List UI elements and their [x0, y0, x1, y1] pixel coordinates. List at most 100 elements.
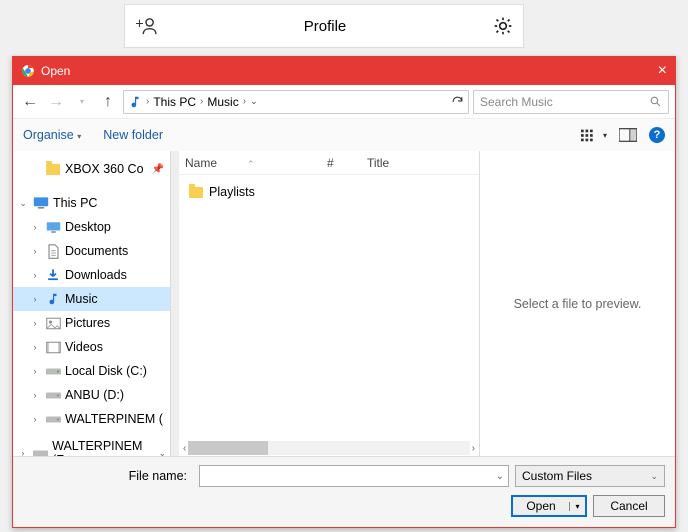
search-input[interactable]: Search Music	[473, 90, 669, 114]
up-button[interactable]: ↑	[97, 91, 119, 113]
preview-text: Select a file to preview.	[514, 297, 642, 311]
chevron-down-icon: ▾	[575, 502, 579, 511]
tree-label: This PC	[53, 196, 97, 210]
drive-icon	[46, 366, 61, 377]
expand-icon[interactable]: ›	[29, 366, 41, 376]
col-num[interactable]: #	[321, 156, 361, 170]
expand-icon[interactable]: ›	[29, 222, 41, 232]
expand-icon[interactable]: ›	[29, 270, 41, 280]
profile-title: Profile	[304, 18, 347, 35]
tree-label: Music	[65, 292, 98, 306]
gear-icon	[493, 16, 513, 36]
tree-label: WALTERPINEM (F	[52, 439, 154, 456]
organise-menu[interactable]: Organise ▾	[23, 128, 81, 142]
folder-icon	[46, 164, 60, 175]
scroll-right-icon: ›	[472, 443, 475, 454]
open-button[interactable]: Open ▾	[511, 495, 587, 517]
refresh-icon	[451, 95, 464, 108]
tree-label: Downloads	[65, 268, 127, 282]
preview-pane-button[interactable]	[619, 128, 637, 142]
toolbar-row: Organise ▾ New folder ▾ ?	[13, 119, 675, 151]
tree-item-this-pc[interactable]: ⌄ This PC	[13, 191, 170, 215]
add-profile-button[interactable]: +	[135, 17, 157, 35]
open-dropdown[interactable]: ▾	[569, 502, 585, 511]
folder-icon	[189, 187, 203, 198]
tree-item-desktop[interactable]: › Desktop	[13, 215, 170, 239]
tree-item-xbox[interactable]: XBOX 360 Co 📌	[13, 157, 170, 181]
horizontal-scrollbar[interactable]: ‹ ›	[179, 440, 479, 456]
tree-item-walterpinem-f[interactable]: › WALTERPINEM (F ⌄	[13, 441, 170, 456]
tree-item-documents[interactable]: › Documents	[13, 239, 170, 263]
tree-item-videos[interactable]: › Videos	[13, 335, 170, 359]
filetype-label: Custom Files	[522, 469, 592, 483]
newfolder-button[interactable]: New folder	[103, 128, 163, 142]
recent-dropdown[interactable]: ▾	[71, 91, 93, 113]
collapse-icon[interactable]: ⌄	[17, 198, 29, 209]
dialog-footer: File name: ⌄ Custom Files ⌄ Open ▾ Cance…	[13, 457, 675, 527]
tree-label: WALTERPINEM (	[65, 412, 163, 426]
open-label: Open	[513, 499, 569, 513]
breadcrumb-bar[interactable]: › This PC › Music › ⌄	[123, 90, 469, 114]
add-person-icon: +	[135, 17, 157, 35]
view-icon	[581, 128, 599, 142]
music-icon	[128, 95, 142, 109]
folder-tree: XBOX 360 Co 📌 ⌄ This PC › Desktop › Docu…	[13, 151, 171, 456]
tree-label: Local Disk (C:)	[65, 364, 147, 378]
tree-item-pictures[interactable]: › Pictures	[13, 311, 170, 335]
chevron-down-icon: ⌄	[496, 471, 504, 482]
tree-label: Pictures	[65, 316, 110, 330]
download-icon	[46, 268, 60, 282]
expand-icon[interactable]: ›	[29, 294, 41, 304]
drive-icon	[46, 414, 61, 425]
tree-item-anbu-d[interactable]: › ANBU (D:)	[13, 383, 170, 407]
expand-icon[interactable]: ›	[29, 390, 41, 400]
desktop-icon	[46, 221, 61, 234]
col-name[interactable]: Name⌃	[179, 156, 321, 170]
refresh-button[interactable]	[451, 95, 464, 108]
scrollbar-thumb[interactable]	[188, 441, 268, 455]
breadcrumb-music[interactable]: Music	[207, 95, 238, 109]
tree-label: XBOX 360 Co	[65, 162, 144, 176]
chevron-right-icon: ›	[146, 96, 149, 107]
expand-icon[interactable]: ›	[29, 318, 41, 328]
file-item-playlists[interactable]: Playlists	[189, 181, 479, 203]
tree-item-music[interactable]: › Music	[13, 287, 170, 311]
filename-input[interactable]: ⌄	[199, 465, 509, 487]
cancel-button[interactable]: Cancel	[593, 495, 665, 517]
tree-item-downloads[interactable]: › Downloads	[13, 263, 170, 287]
chevron-right-icon: ›	[243, 96, 246, 107]
chevron-down-icon: ⌄	[158, 448, 166, 457]
back-button[interactable]: ←	[19, 91, 41, 113]
main-content: XBOX 360 Co 📌 ⌄ This PC › Desktop › Docu…	[13, 151, 675, 457]
sort-icon: ⌃	[247, 159, 255, 169]
chevron-down-icon: ▾	[80, 97, 84, 106]
expand-icon[interactable]: ›	[29, 246, 41, 256]
forward-button[interactable]: →	[45, 91, 67, 113]
breadcrumb-this-pc[interactable]: This PC	[153, 95, 196, 109]
preview-pane-icon	[619, 128, 637, 142]
splitter[interactable]	[171, 151, 179, 456]
file-header: Name⌃ # Title	[179, 151, 479, 175]
tree-item-walterpinem[interactable]: › WALTERPINEM (	[13, 407, 170, 431]
expand-icon[interactable]: ›	[17, 448, 29, 456]
search-placeholder: Search Music	[480, 95, 553, 109]
arrow-right-icon: →	[48, 93, 64, 111]
expand-icon[interactable]: ›	[29, 414, 41, 424]
tree-label: Desktop	[65, 220, 111, 234]
settings-button[interactable]	[493, 16, 513, 36]
expand-icon[interactable]: ›	[29, 342, 41, 352]
music-icon	[46, 292, 60, 306]
path-dropdown[interactable]: ⌄	[250, 96, 258, 107]
chrome-icon	[21, 64, 35, 78]
close-button[interactable]: ×	[658, 62, 667, 80]
view-button[interactable]	[581, 128, 599, 142]
navigation-row: ← → ▾ ↑ › This PC › Music › ⌄ Search Mus…	[13, 85, 675, 119]
chevron-down-icon: ⌄	[650, 471, 658, 482]
col-title[interactable]: Title	[361, 156, 479, 170]
profile-bar: + Profile	[124, 4, 524, 48]
arrow-up-icon: ↑	[104, 93, 112, 111]
filetype-select[interactable]: Custom Files ⌄	[515, 465, 665, 487]
tree-label: Videos	[65, 340, 103, 354]
tree-item-local-c[interactable]: › Local Disk (C:)	[13, 359, 170, 383]
help-button[interactable]: ?	[649, 127, 665, 143]
